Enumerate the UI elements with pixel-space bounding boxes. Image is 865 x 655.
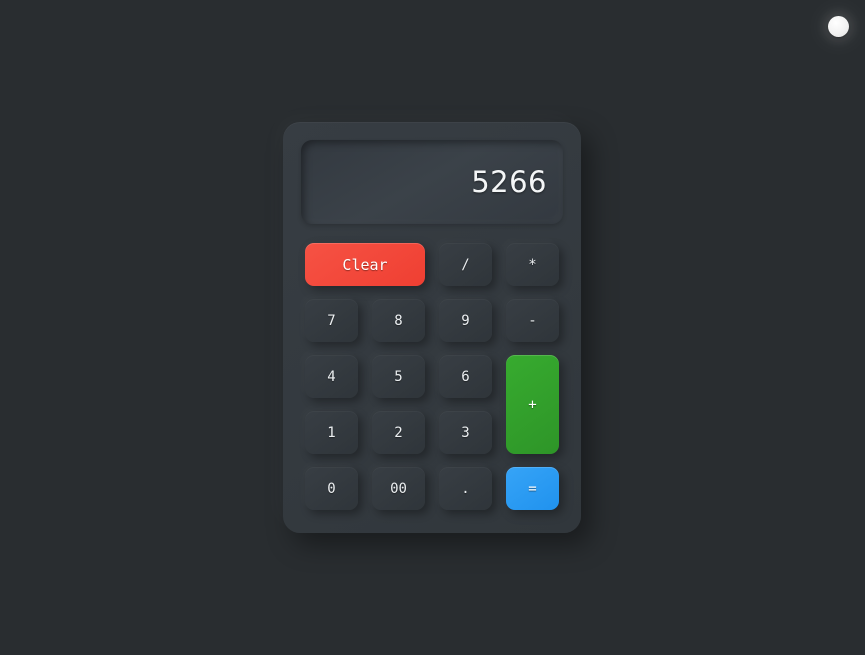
key-clear[interactable]: Clear: [305, 243, 425, 286]
display-value: 5266: [471, 164, 547, 199]
key-multiply[interactable]: *: [506, 243, 559, 286]
calculator-keypad: Clear / * 7 8 9-4 5 6 +1 2 3 0 00. =: [301, 243, 563, 510]
key-decimal[interactable]: .: [439, 467, 492, 510]
calculator-panel: 5266 Clear / * 7 8 9-4 5 6 +1 2 3 0 00. =: [283, 122, 581, 533]
key-7[interactable]: 7: [305, 299, 358, 342]
calculator-display: 5266: [301, 140, 563, 224]
key-1[interactable]: 1: [305, 411, 358, 454]
key-3[interactable]: 3: [439, 411, 492, 454]
key-9[interactable]: 9: [439, 299, 492, 342]
key-double-zero[interactable]: 00: [372, 467, 425, 510]
key-equals[interactable]: =: [506, 467, 559, 510]
key-6[interactable]: 6: [439, 355, 492, 398]
key-4[interactable]: 4: [305, 355, 358, 398]
key-5[interactable]: 5: [372, 355, 425, 398]
theme-toggle-label: Toggle theme: [839, 27, 840, 28]
key-8[interactable]: 8: [372, 299, 425, 342]
key-divide[interactable]: /: [439, 243, 492, 286]
key-plus[interactable]: +: [506, 355, 559, 454]
key-0[interactable]: 0: [305, 467, 358, 510]
theme-toggle-button[interactable]: Toggle theme: [828, 16, 849, 37]
key-2[interactable]: 2: [372, 411, 425, 454]
key-minus[interactable]: -: [506, 299, 559, 342]
